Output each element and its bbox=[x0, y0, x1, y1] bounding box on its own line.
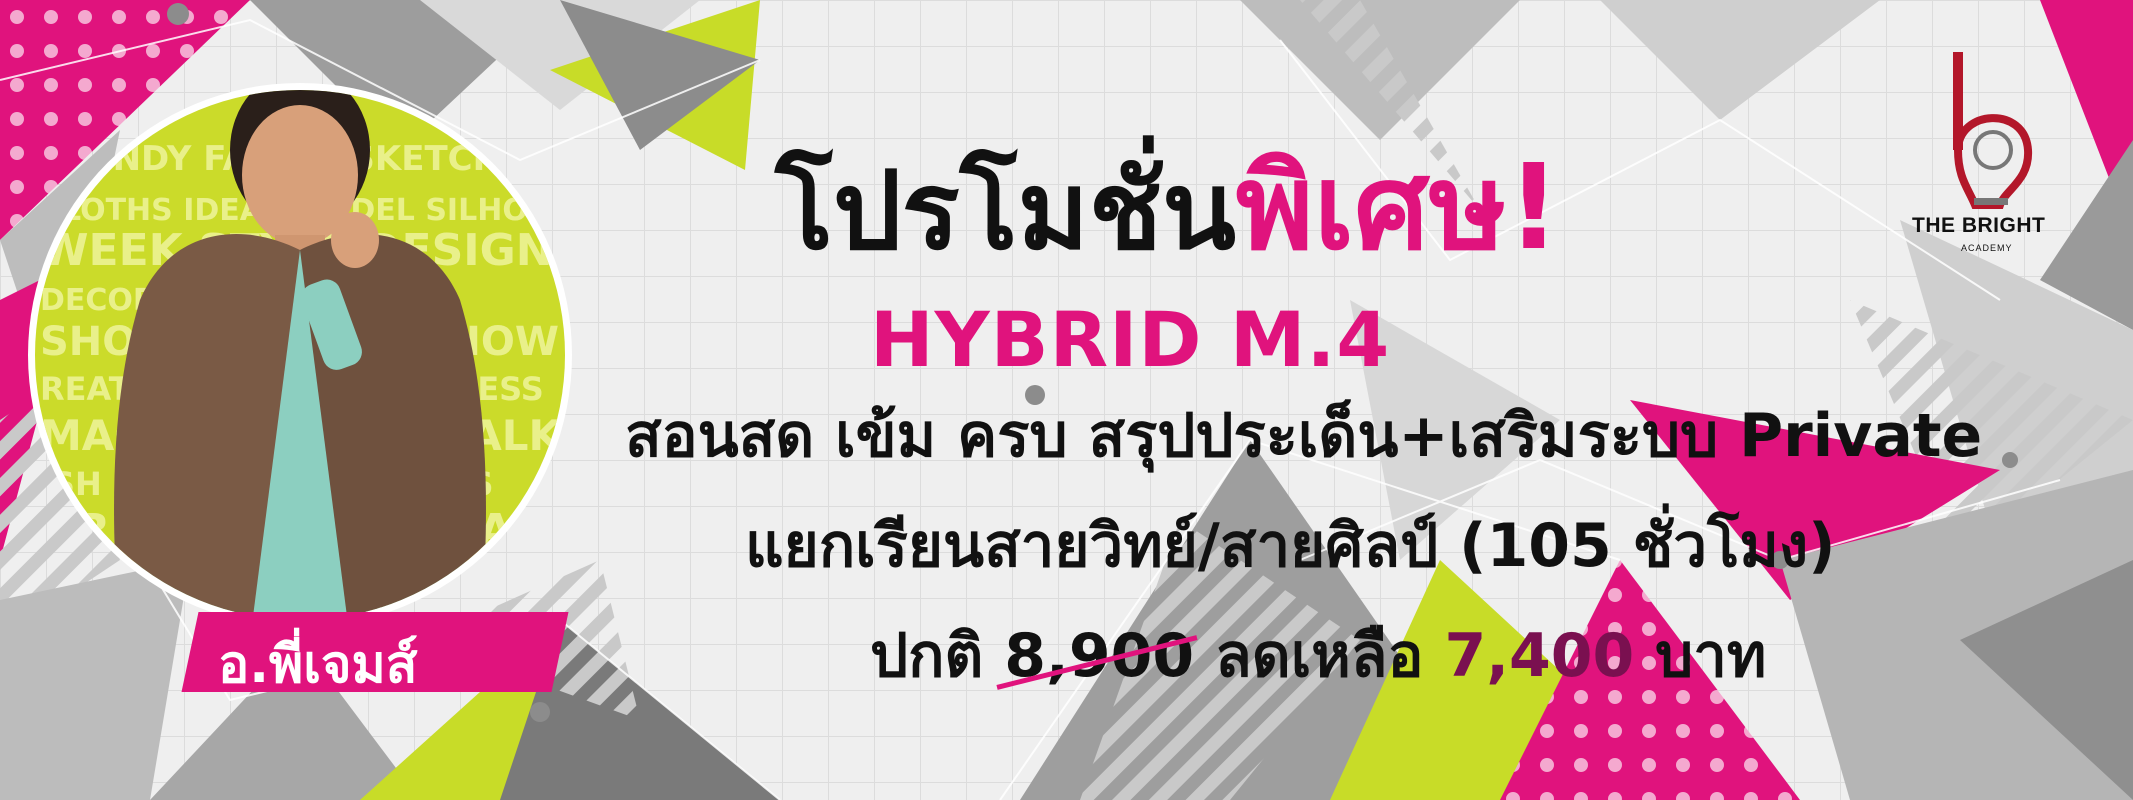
course-features: สอนสด เข้ม ครบ สรุปประเด็น+เสริมระบบ Pri… bbox=[625, 401, 1983, 471]
price-mid: ลดเหลือ bbox=[1214, 621, 1424, 691]
course-name: HYBRID M.4 bbox=[870, 295, 1391, 384]
course-tracks: แยกเรียนสายวิทย์/สายศิลป์ (105 ชั่วโมง) bbox=[745, 511, 1836, 581]
price-old: 8,900 bbox=[1004, 621, 1195, 691]
promo-headline: โปรโมชั่นพิเศษ! bbox=[775, 112, 1561, 282]
price-new: 7,400 bbox=[1444, 621, 1635, 691]
teacher-name: อ.พี่เจมส์ bbox=[218, 635, 418, 695]
price-unit: บาท bbox=[1655, 621, 1767, 691]
price-prefix: ปกติ bbox=[870, 621, 984, 691]
logo-title: THE BRIGHT bbox=[1912, 214, 2046, 237]
headline-accent: พิเศษ! bbox=[1235, 138, 1561, 276]
headline-main: โปรโมชั่น bbox=[775, 149, 1236, 274]
logo-subtitle: ACADEMY bbox=[1961, 243, 2013, 253]
price-line: ปกติ 8,900 ลดเหลือ 7,400 บาท bbox=[870, 608, 1766, 703]
